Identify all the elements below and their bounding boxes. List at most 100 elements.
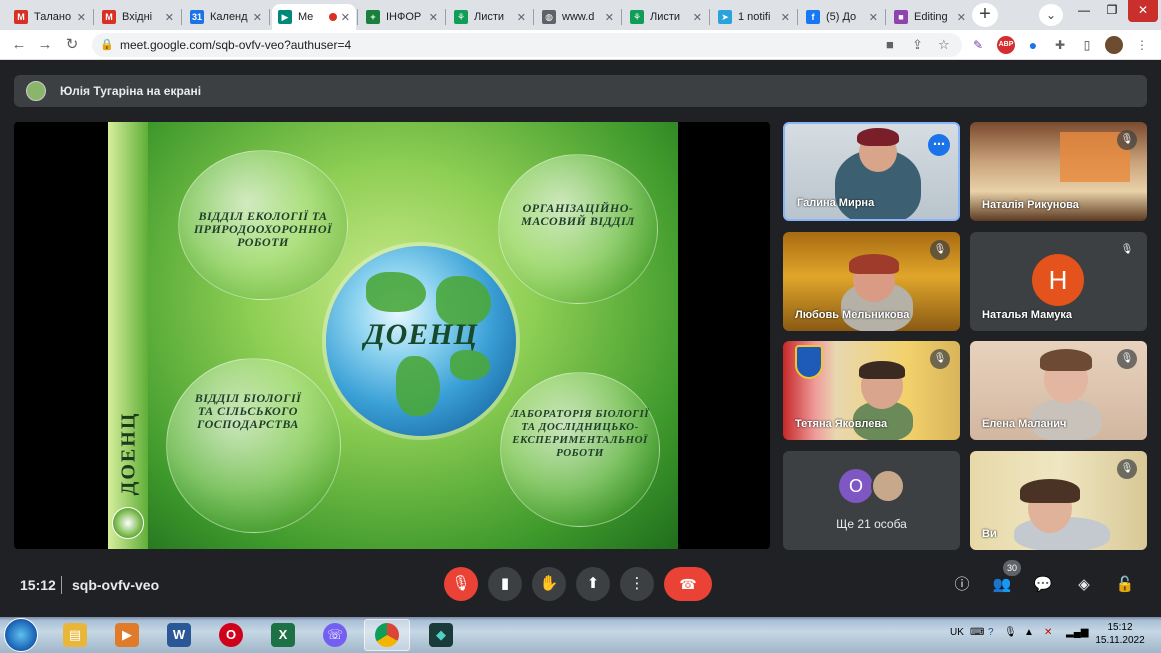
opera-icon[interactable]: O bbox=[208, 619, 254, 651]
browser-tab[interactable]: + ІНФОР ✕ bbox=[360, 4, 444, 30]
tab-separator bbox=[357, 9, 358, 25]
browser-menu-icon[interactable]: ⋮ bbox=[1133, 36, 1151, 54]
more-options-button[interactable]: ⋮ bbox=[620, 567, 654, 601]
share-icon[interactable]: ⇪ bbox=[912, 37, 923, 53]
excel-icon[interactable]: X bbox=[260, 619, 306, 651]
raise-hand-button[interactable]: ✋ bbox=[532, 567, 566, 601]
pen-extension-icon[interactable]: ✎ bbox=[969, 36, 987, 54]
mic-off-icon: 🎙 bbox=[930, 349, 950, 369]
browser-tab[interactable]: ◍ www.d ✕ bbox=[536, 4, 620, 30]
media-player-icon[interactable]: ▶ bbox=[104, 619, 150, 651]
participant-tile[interactable]: 🎙 Елена Маланич bbox=[970, 341, 1147, 440]
back-arrow-icon[interactable]: ← bbox=[8, 35, 30, 55]
browser-tab[interactable]: ⚘ Листи ✕ bbox=[448, 4, 532, 30]
people-icon[interactable]: 👥 bbox=[990, 573, 1014, 597]
forward-arrow-icon[interactable]: → bbox=[34, 35, 56, 55]
signal-icon[interactable]: ▂▄▆ bbox=[1066, 627, 1088, 638]
mic-off-icon: 🎙 bbox=[930, 240, 950, 260]
bookmark-star-icon[interactable]: ☆ bbox=[938, 37, 950, 53]
close-tab-icon[interactable]: ✕ bbox=[957, 11, 966, 24]
close-tab-icon[interactable]: ✕ bbox=[341, 11, 350, 24]
close-tab-icon[interactable]: ✕ bbox=[693, 11, 702, 24]
browser-tab[interactable]: ▶ Me ✕ bbox=[272, 4, 356, 30]
network-status-icon[interactable]: ✕ bbox=[1044, 627, 1052, 638]
camera-button[interactable]: ▮ bbox=[488, 567, 522, 601]
windows-start-icon[interactable] bbox=[4, 618, 38, 652]
help-icon[interactable]: ? bbox=[988, 627, 994, 638]
close-tab-icon[interactable]: ✕ bbox=[517, 11, 526, 24]
facebook-icon: f bbox=[806, 10, 820, 24]
browser-tab[interactable]: ⚘ Листи ✕ bbox=[624, 4, 708, 30]
profile-avatar-icon[interactable] bbox=[1105, 36, 1123, 54]
browser-tab-title: 1 notifi bbox=[738, 11, 771, 23]
close-tab-icon[interactable]: ✕ bbox=[781, 11, 790, 24]
tab-separator bbox=[709, 9, 710, 25]
more-participants-tile[interactable]: О Ще 21 особа bbox=[783, 451, 960, 550]
browser-tab-title: Листи bbox=[474, 11, 505, 23]
activities-icon[interactable]: ◈ bbox=[1072, 573, 1096, 597]
close-window-icon[interactable]: ✕ bbox=[1128, 0, 1158, 22]
tab-search-chevron-icon[interactable]: ⌄ bbox=[1039, 4, 1063, 26]
filmora-icon[interactable]: ◆ bbox=[418, 619, 464, 651]
mic-tray-icon[interactable]: 🎙 bbox=[1004, 627, 1017, 638]
browser-tab[interactable]: ■ Editing ✕ bbox=[888, 4, 972, 30]
more-options-icon[interactable]: ⋯ bbox=[928, 134, 950, 156]
present-screen-button[interactable]: ⬆ bbox=[576, 567, 610, 601]
end-call-button[interactable]: ☎ bbox=[664, 567, 712, 601]
host-controls-lock-icon[interactable]: 🔓 bbox=[1113, 573, 1137, 597]
tray-expand-icon[interactable]: ▲ bbox=[1024, 627, 1034, 638]
shared-screen[interactable]: ДОЕНЦ ВІДДІЛ ЕКОЛОГІЇ ТА ПРИРОДООХОРОННО… bbox=[14, 122, 770, 549]
mic-off-button[interactable]: 🎙 bbox=[444, 567, 478, 601]
participant-tile[interactable]: ⋯ Галина Мирна bbox=[783, 122, 960, 221]
keyboard-icon[interactable]: ⌨ bbox=[970, 627, 984, 638]
self-view-tile[interactable]: 🎙 Ви bbox=[970, 451, 1147, 550]
editing-icon: ■ bbox=[894, 10, 908, 24]
participant-name: Наталья Мамука bbox=[982, 309, 1072, 321]
participant-tile[interactable]: 🎙 Наталія Рикунова bbox=[970, 122, 1147, 221]
meeting-code: sqb-ovfv-veo bbox=[72, 577, 160, 593]
camera-in-use-icon[interactable]: ■ bbox=[886, 37, 894, 52]
new-tab-button[interactable]: + bbox=[972, 3, 998, 27]
browser-tab[interactable]: 31 Календ ✕ bbox=[184, 4, 268, 30]
minimize-window-icon[interactable]: — bbox=[1072, 0, 1096, 22]
extensions-puzzle-icon[interactable]: ✚ bbox=[1051, 36, 1069, 54]
adblock-extension-icon[interactable]: ABP bbox=[997, 36, 1015, 54]
browser-tab[interactable]: f (5) Дo ✕ bbox=[800, 4, 884, 30]
browser-tab[interactable]: M Вхідні ✕ bbox=[96, 4, 180, 30]
close-tab-icon[interactable]: ✕ bbox=[605, 11, 614, 24]
mic-off-icon: 🎙 bbox=[1117, 130, 1137, 150]
close-tab-icon[interactable]: ✕ bbox=[253, 11, 262, 24]
address-url[interactable]: meet.google.com/sqb-ovfv-veo?authuser=4 bbox=[120, 38, 351, 52]
close-tab-icon[interactable]: ✕ bbox=[77, 11, 86, 24]
browser-tab-title: Календ bbox=[210, 11, 248, 23]
chrome-icon[interactable] bbox=[364, 619, 410, 651]
side-panel-icon[interactable]: ▯ bbox=[1078, 36, 1096, 54]
reload-icon[interactable]: ↻ bbox=[61, 35, 83, 55]
close-tab-icon[interactable]: ✕ bbox=[869, 11, 878, 24]
divider bbox=[61, 576, 62, 594]
word-icon[interactable]: W bbox=[156, 619, 202, 651]
browser-tab[interactable]: M Талано ✕ bbox=[8, 4, 92, 30]
chat-icon[interactable]: 💬 bbox=[1031, 573, 1055, 597]
tab-separator bbox=[269, 9, 270, 25]
close-tab-icon[interactable]: ✕ bbox=[165, 11, 174, 24]
address-bar[interactable]: 🔒 meet.google.com/sqb-ovfv-veo?authuser=… bbox=[92, 33, 962, 57]
meeting-info-icon[interactable]: ⓘ bbox=[950, 573, 974, 597]
tab-separator bbox=[797, 9, 798, 25]
tab-separator bbox=[181, 9, 182, 25]
blue-circle-extension-icon[interactable]: ● bbox=[1024, 36, 1042, 54]
participant-name: Елена Маланич bbox=[982, 418, 1067, 430]
participant-tile[interactable]: 🎙 Любовь Мельникова bbox=[783, 232, 960, 331]
browser-tab[interactable]: ➤ 1 notifi ✕ bbox=[712, 4, 796, 30]
viber-icon[interactable]: ☏ bbox=[312, 619, 358, 651]
input-language[interactable]: UK bbox=[950, 627, 964, 638]
participant-tile[interactable]: 🎙 Тетяна Яковлева bbox=[783, 341, 960, 440]
close-tab-icon[interactable]: ✕ bbox=[429, 11, 438, 24]
file-explorer-icon[interactable]: ▤ bbox=[52, 619, 98, 651]
restore-window-icon[interactable]: ❐ bbox=[1100, 0, 1124, 22]
others-avatar: О bbox=[839, 469, 873, 503]
taskbar-clock[interactable]: 15:12 15.11.2022 bbox=[1094, 621, 1146, 647]
browser-tab-title: Вхідні bbox=[122, 11, 153, 23]
participant-tile[interactable]: Н 🎙 Наталья Мамука bbox=[970, 232, 1147, 331]
browser-tab-title: Me bbox=[298, 11, 314, 23]
